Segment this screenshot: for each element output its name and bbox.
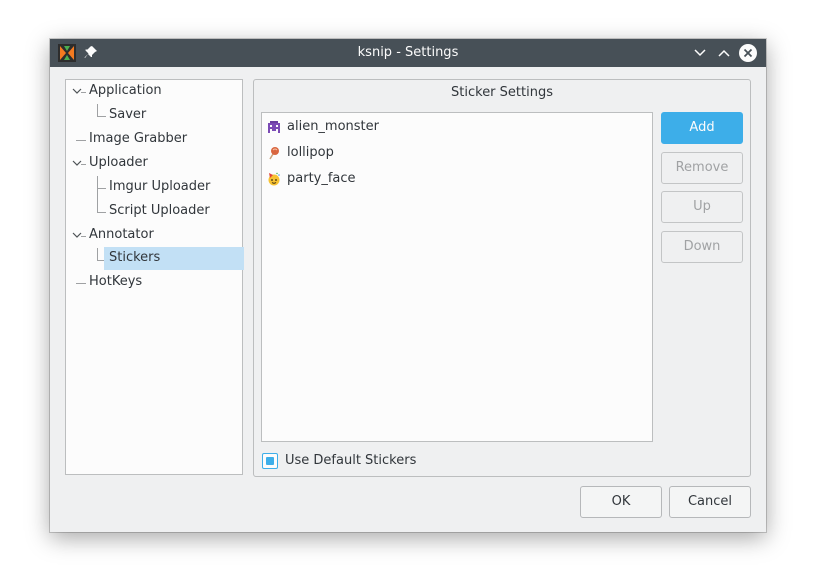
list-item[interactable]: alien_monster	[262, 114, 652, 140]
chevron-down-icon	[694, 49, 706, 57]
window-title: ksnip - Settings	[357, 45, 459, 60]
title-bar[interactable]: ksnip - Settings	[50, 39, 766, 67]
down-button[interactable]: Down	[661, 231, 743, 263]
tree-item-application[interactable]: Application	[66, 80, 242, 102]
tree-item-annotator[interactable]: Annotator	[66, 224, 242, 246]
alien-monster-icon	[268, 121, 280, 133]
tree-item-label: Script Uploader	[109, 203, 210, 218]
list-item[interactable]: lollipop	[262, 140, 652, 166]
cancel-button[interactable]: Cancel	[669, 486, 751, 518]
party-face-icon	[268, 172, 280, 186]
tree-item-label: Image Grabber	[89, 131, 188, 146]
tree-item-hotkeys[interactable]: HotKeys	[66, 271, 242, 293]
up-button[interactable]: Up	[661, 191, 743, 223]
sticker-label: lollipop	[287, 145, 334, 160]
group-title: Sticker Settings	[451, 85, 553, 100]
list-item[interactable]: party_face	[262, 166, 652, 192]
close-button[interactable]	[738, 43, 758, 63]
sticker-label: party_face	[287, 171, 356, 186]
tree-item-label: Annotator	[89, 227, 154, 242]
tree-item-label: Stickers	[109, 250, 161, 265]
tree-item-uploader[interactable]: Uploader	[66, 152, 242, 174]
tree-item-script-uploader[interactable]: Script Uploader	[66, 200, 242, 222]
settings-tree: Application Saver Image Grabber Uploader…	[65, 79, 244, 475]
sticker-label: alien_monster	[287, 119, 379, 134]
remove-button[interactable]: Remove	[661, 152, 743, 184]
tree-item-label: HotKeys	[89, 274, 143, 289]
sticker-list[interactable]: alien_monster lollipop party_face	[261, 112, 653, 442]
ok-button[interactable]: OK	[580, 486, 662, 518]
add-button[interactable]: Add	[661, 112, 743, 144]
tree-item-saver[interactable]: Saver	[66, 104, 242, 126]
tree-item-label: Saver	[109, 107, 147, 122]
chevron-up-icon	[718, 49, 730, 57]
tree-item-image-grabber[interactable]: Image Grabber	[66, 128, 242, 150]
tree-item-label: Imgur Uploader	[109, 179, 211, 194]
checkbox-label: Use Default Stickers	[285, 453, 417, 468]
tree-item-label: Application	[89, 83, 162, 98]
tree-item-imgur-uploader[interactable]: Imgur Uploader	[66, 176, 242, 198]
maximize-button[interactable]	[714, 43, 734, 63]
sticker-settings-group: Sticker Settings alien_monster lollipop …	[253, 79, 751, 477]
close-icon	[743, 48, 753, 58]
settings-window: ksnip - Settings Application Saver Image…	[50, 39, 766, 532]
tree-item-label: Uploader	[89, 155, 148, 170]
lollipop-icon	[269, 147, 279, 160]
minimize-button[interactable]	[690, 43, 710, 63]
use-default-stickers-checkbox[interactable]	[262, 453, 278, 469]
tree-item-stickers[interactable]: Stickers	[104, 247, 244, 270]
